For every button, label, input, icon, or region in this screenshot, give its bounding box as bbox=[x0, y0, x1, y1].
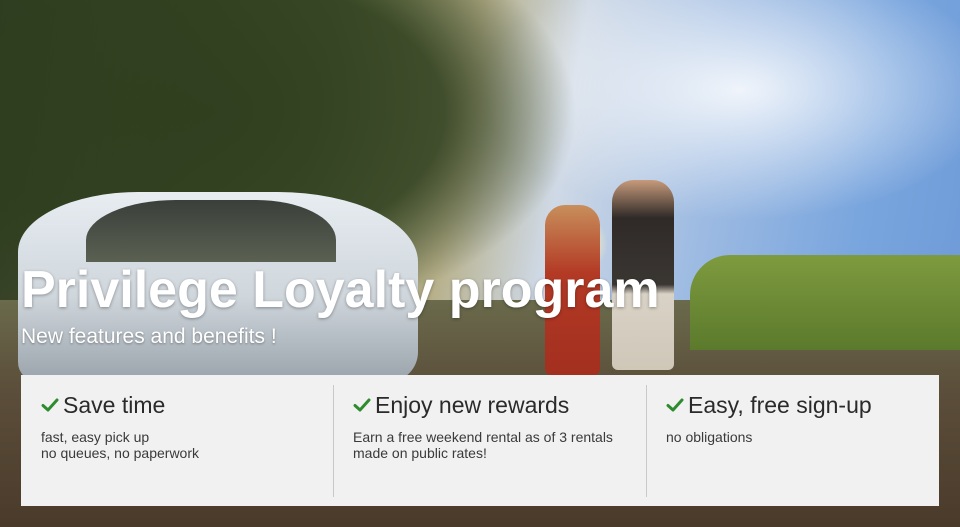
feature-save-time: Save time fast, easy pick up no queues, … bbox=[21, 375, 333, 506]
feature-description: Earn a free weekend rental as of 3 renta… bbox=[353, 429, 646, 461]
features-panel: Save time fast, easy pick up no queues, … bbox=[21, 375, 939, 506]
feature-header: Enjoy new rewards bbox=[353, 391, 646, 419]
checkmark-icon bbox=[41, 398, 59, 412]
hero-subtitle: New features and benefits ! bbox=[21, 325, 277, 348]
feature-title: Enjoy new rewards bbox=[375, 392, 570, 418]
feature-header: Save time bbox=[41, 391, 333, 419]
feature-header: Easy, free sign-up bbox=[666, 391, 939, 419]
feature-line: fast, easy pick up bbox=[41, 429, 150, 445]
vineyard bbox=[690, 255, 960, 350]
feature-line: no queues, no paperwork bbox=[41, 445, 199, 461]
feature-description: no obligations bbox=[666, 429, 939, 445]
feature-description: fast, easy pick up no queues, no paperwo… bbox=[41, 429, 333, 461]
feature-title: Easy, free sign-up bbox=[688, 392, 872, 418]
feature-line: no obligations bbox=[666, 429, 753, 445]
feature-enjoy-rewards: Enjoy new rewards Earn a free weekend re… bbox=[333, 375, 646, 506]
checkmark-icon bbox=[353, 398, 371, 412]
car-windshield bbox=[86, 200, 336, 262]
feature-line: Earn a free weekend rental as of 3 renta… bbox=[353, 429, 613, 445]
feature-easy-signup: Easy, free sign-up no obligations bbox=[646, 375, 939, 506]
checkmark-icon bbox=[666, 398, 684, 412]
feature-title: Save time bbox=[63, 392, 166, 418]
hero-banner: Privilege Loyalty program New features a… bbox=[0, 0, 960, 527]
hero-title: Privilege Loyalty program bbox=[21, 261, 660, 319]
feature-line: made on public rates! bbox=[353, 445, 487, 461]
